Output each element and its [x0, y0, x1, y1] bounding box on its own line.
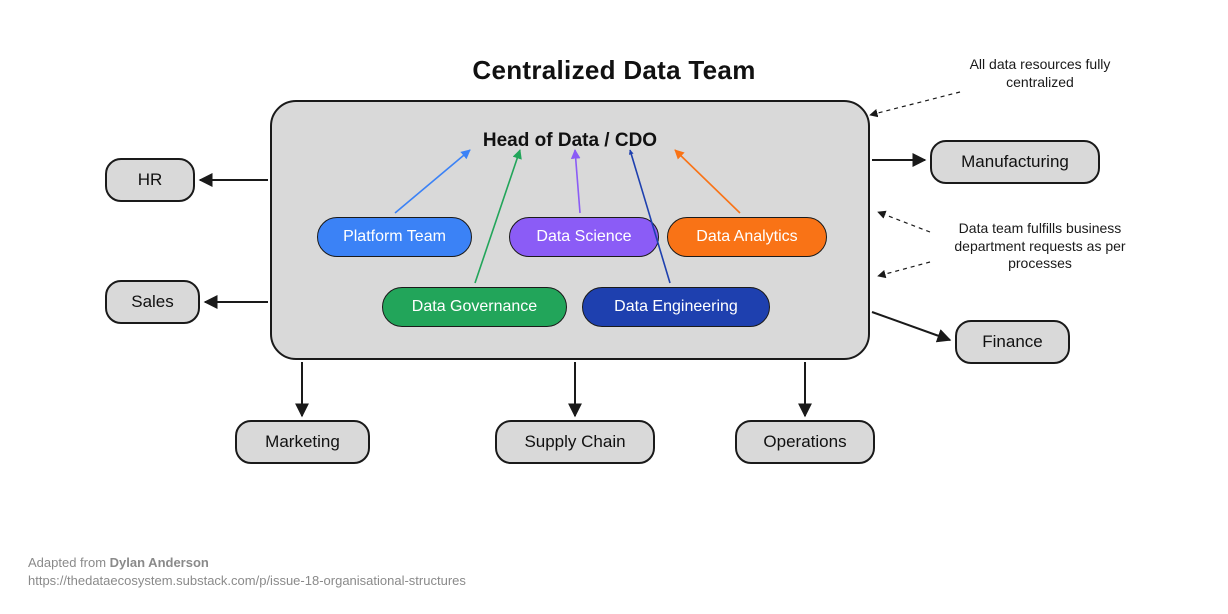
team-data-science: Data Science: [509, 217, 659, 257]
dept-finance: Finance: [955, 320, 1070, 364]
dept-hr: HR: [105, 158, 195, 202]
credit-url: https://thedataecosystem.substack.com/p/…: [28, 573, 466, 588]
source-credit: Adapted from Dylan Anderson https://thed…: [28, 554, 466, 590]
credit-author: Dylan Anderson: [110, 555, 209, 570]
note-centralized: All data resources fully centralized: [940, 56, 1140, 91]
central-data-team-box: Head of Data / CDO Platform Team Data Sc…: [270, 100, 870, 360]
dept-supply-chain: Supply Chain: [495, 420, 655, 464]
dash-note-mid-2: [878, 262, 930, 276]
arrow-to-finance: [872, 312, 950, 340]
head-of-data-label: Head of Data / CDO: [272, 130, 868, 152]
dept-manufacturing: Manufacturing: [930, 140, 1100, 184]
note-requests: Data team fulfills business department r…: [930, 220, 1150, 273]
dash-note-mid-1: [878, 212, 930, 232]
dept-operations: Operations: [735, 420, 875, 464]
team-data-governance: Data Governance: [382, 287, 567, 327]
team-data-analytics: Data Analytics: [667, 217, 827, 257]
team-platform: Platform Team: [317, 217, 472, 257]
dept-marketing: Marketing: [235, 420, 370, 464]
dash-note-top: [870, 92, 960, 115]
team-data-engineering: Data Engineering: [582, 287, 770, 327]
credit-prefix: Adapted from: [28, 555, 110, 570]
dept-sales: Sales: [105, 280, 200, 324]
